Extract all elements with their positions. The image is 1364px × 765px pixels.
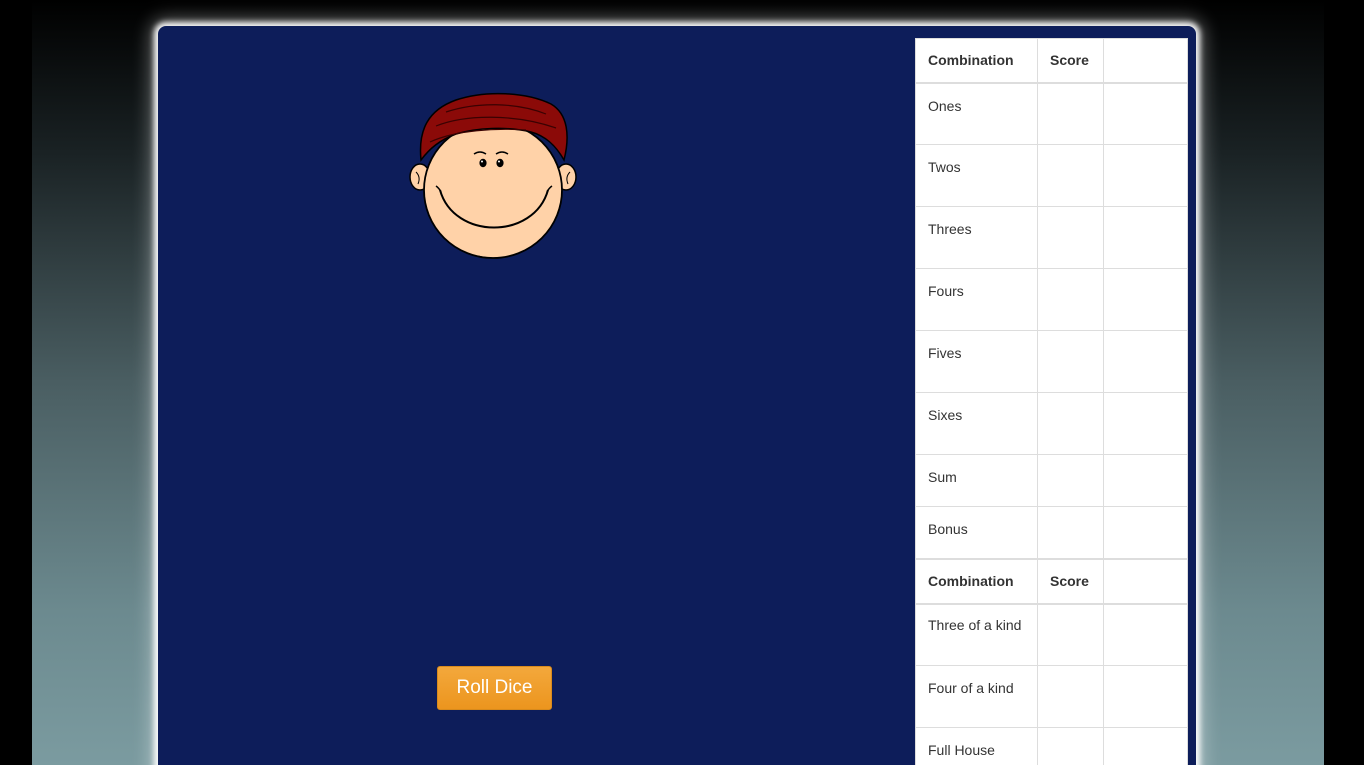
score-row-ones[interactable]: Ones <box>915 82 1188 145</box>
upper-section-table: Combination Score Ones Twos Threes Fours <box>915 38 1188 559</box>
player-score-cell <box>1103 144 1188 207</box>
player-score-cell <box>1103 603 1188 666</box>
roll-dice-button[interactable]: Roll Dice <box>437 666 552 710</box>
sum-cell <box>1037 454 1104 507</box>
player-score-cell <box>1103 392 1188 455</box>
scorecard: Combination Score Ones Twos Threes Fours <box>915 38 1188 765</box>
bonus-label: Bonus <box>915 506 1038 559</box>
row-label: Twos <box>915 144 1038 207</box>
player-score-cell <box>1103 82 1188 145</box>
row-label: Three of a kind <box>915 603 1038 666</box>
upper-header-row: Combination Score <box>915 38 1188 84</box>
page: Roll Dice Combination Score Ones Twos Th… <box>0 0 1364 765</box>
player-score-cell <box>1103 268 1188 331</box>
player-bonus-cell <box>1103 506 1188 559</box>
player-score-cell <box>1103 330 1188 393</box>
row-label: Full House <box>915 727 1038 765</box>
score-row-three-of-a-kind[interactable]: Three of a kind <box>915 603 1188 666</box>
score-row-four-of-a-kind[interactable]: Four of a kind <box>915 665 1188 728</box>
combination-header: Combination <box>915 38 1038 84</box>
lower-header-row: Combination Score <box>915 559 1188 605</box>
row-label: Ones <box>915 82 1038 145</box>
row-label: Four of a kind <box>915 665 1038 728</box>
bonus-row: Bonus <box>915 506 1188 559</box>
bonus-cell <box>1037 506 1104 559</box>
score-header: Score <box>1037 559 1104 605</box>
sum-row: Sum <box>915 454 1188 507</box>
player-sum-cell <box>1103 454 1188 507</box>
score-row-twos[interactable]: Twos <box>915 144 1188 207</box>
left-margin <box>0 0 32 765</box>
row-label: Threes <box>915 206 1038 269</box>
score-cell[interactable] <box>1037 144 1104 207</box>
row-label: Sixes <box>915 392 1038 455</box>
row-label: Fives <box>915 330 1038 393</box>
score-cell[interactable] <box>1037 665 1104 728</box>
score-cell[interactable] <box>1037 82 1104 145</box>
player-score-header <box>1103 38 1188 84</box>
combination-header: Combination <box>915 559 1038 605</box>
score-row-full-house[interactable]: Full House <box>915 727 1188 765</box>
score-cell[interactable] <box>1037 268 1104 331</box>
score-cell[interactable] <box>1037 392 1104 455</box>
sum-label: Sum <box>915 454 1038 507</box>
lower-section-table: Combination Score Three of a kind Four o… <box>915 559 1188 765</box>
player-score-cell <box>1103 727 1188 765</box>
player-avatar-icon <box>409 92 577 259</box>
score-header: Score <box>1037 38 1104 84</box>
row-label: Fours <box>915 268 1038 331</box>
score-row-threes[interactable]: Threes <box>915 206 1188 269</box>
score-cell[interactable] <box>1037 206 1104 269</box>
score-cell[interactable] <box>1037 727 1104 765</box>
score-cell[interactable] <box>1037 330 1104 393</box>
player-score-header <box>1103 559 1188 605</box>
right-margin <box>1324 0 1364 765</box>
score-row-fives[interactable]: Fives <box>915 330 1188 393</box>
score-row-sixes[interactable]: Sixes <box>915 392 1188 455</box>
score-cell[interactable] <box>1037 603 1104 666</box>
score-row-fours[interactable]: Fours <box>915 268 1188 331</box>
player-score-cell <box>1103 665 1188 728</box>
player-score-cell <box>1103 206 1188 269</box>
